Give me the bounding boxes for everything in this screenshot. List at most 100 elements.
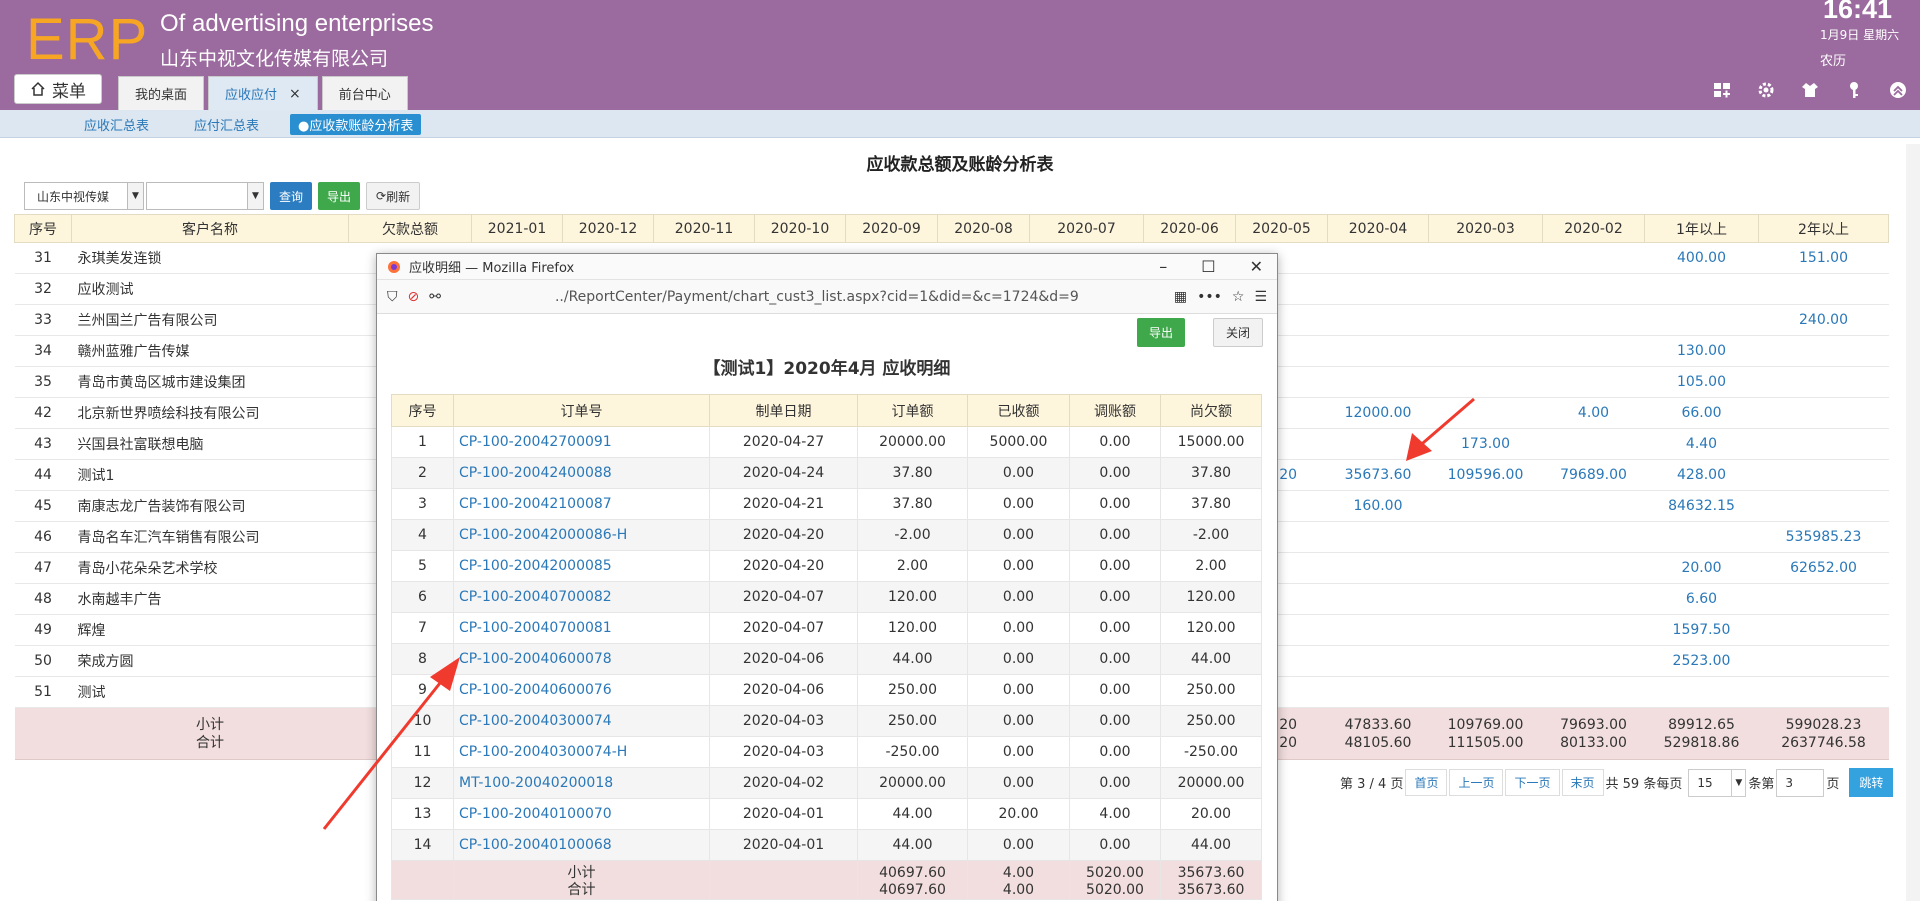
- page-scrollbar[interactable]: [1906, 144, 1920, 901]
- detail-row[interactable]: 10 CP-100-20040300074 2020-04-03 250.00 0.00…: [391, 705, 1262, 737]
- amount-cell[interactable]: [1542, 366, 1645, 398]
- amount-cell[interactable]: [1542, 335, 1645, 367]
- prev-page-button[interactable]: 上一页: [1449, 769, 1504, 796]
- column-header[interactable]: 2020-10: [754, 214, 846, 243]
- column-header[interactable]: 1年以上: [1644, 214, 1759, 243]
- detail-row[interactable]: 12 MT-100-20040200018 2020-04-02 20000.00 0.…: [391, 767, 1262, 799]
- amount-cell[interactable]: [1758, 490, 1889, 522]
- detail-column-header[interactable]: 尚欠额: [1160, 394, 1262, 427]
- secondary-select[interactable]: ▼: [146, 182, 264, 210]
- tab-front-desk[interactable]: 前台中心: [321, 76, 408, 110]
- amount-cell[interactable]: [1428, 335, 1543, 367]
- detail-column-header[interactable]: 订单额: [857, 394, 968, 427]
- order-link[interactable]: CP-100-20042400088: [453, 457, 710, 489]
- company-select[interactable]: 山东中视传媒 ▼: [24, 182, 144, 210]
- amount-cell[interactable]: [1327, 428, 1429, 460]
- amount-cell[interactable]: 84632.15: [1644, 490, 1759, 522]
- amount-cell[interactable]: [1758, 676, 1889, 708]
- bookmark-star-icon[interactable]: ☆: [1232, 289, 1245, 305]
- column-header[interactable]: 2020-11: [653, 214, 755, 243]
- amount-cell[interactable]: [1428, 273, 1543, 305]
- detail-row[interactable]: 2 CP-100-20042400088 2020-04-24 37.80 0.00 0.…: [391, 457, 1262, 489]
- order-link[interactable]: CP-100-20040700082: [453, 581, 710, 613]
- detail-row[interactable]: 7 CP-100-20040700081 2020-04-07 120.00 0.00 0…: [391, 612, 1262, 644]
- amount-cell[interactable]: [1327, 366, 1429, 398]
- amount-cell[interactable]: 160.00: [1327, 490, 1429, 522]
- column-header[interactable]: 欠款总额: [348, 214, 472, 243]
- maximize-icon[interactable]: ☐: [1201, 257, 1215, 276]
- amount-cell[interactable]: [1428, 583, 1543, 615]
- amount-cell[interactable]: [1542, 614, 1645, 646]
- detail-row[interactable]: 8 CP-100-20040600078 2020-04-06 44.00 0.00 0.…: [391, 643, 1262, 675]
- amount-cell[interactable]: [1327, 273, 1429, 305]
- amount-cell[interactable]: [1428, 552, 1543, 584]
- amount-cell[interactable]: [1542, 521, 1645, 553]
- detail-row[interactable]: 9 CP-100-20040600076 2020-04-06 250.00 0.00 0…: [391, 674, 1262, 706]
- amount-cell[interactable]: [1542, 304, 1645, 336]
- collapse-up-icon[interactable]: [1888, 80, 1908, 100]
- tab-my-desktop[interactable]: 我的桌面: [118, 76, 205, 110]
- amount-cell[interactable]: [1428, 304, 1543, 336]
- amount-cell[interactable]: 79689.00: [1542, 459, 1645, 491]
- order-link[interactable]: CP-100-20042100087: [453, 488, 710, 520]
- amount-cell[interactable]: [1428, 242, 1543, 274]
- refresh-button[interactable]: ⟳ 刷新: [366, 182, 421, 210]
- amount-cell[interactable]: 4.00: [1542, 397, 1645, 429]
- order-link[interactable]: CP-100-20042000086-H: [453, 519, 710, 551]
- amount-cell[interactable]: 130.00: [1644, 335, 1759, 367]
- amount-cell[interactable]: [1327, 335, 1429, 367]
- tab-receivables-payables[interactable]: 应收应付 ×: [208, 76, 318, 110]
- more-actions-icon[interactable]: •••: [1197, 289, 1222, 305]
- jump-button[interactable]: 跳转: [1849, 768, 1894, 797]
- amount-cell[interactable]: 2523.00: [1644, 645, 1759, 677]
- amount-cell[interactable]: [1758, 645, 1889, 677]
- layout-icon[interactable]: [1712, 80, 1732, 100]
- detail-row[interactable]: 5 CP-100-20042000085 2020-04-20 2.00 0.00 0.0…: [391, 550, 1262, 582]
- amount-cell[interactable]: [1644, 273, 1759, 305]
- detail-row[interactable]: 4 CP-100-20042000086-H 2020-04-20 -2.00 0.00…: [391, 519, 1262, 551]
- hamburger-menu-icon[interactable]: ☰: [1254, 289, 1267, 305]
- subnav-payable-summary[interactable]: 应付汇总表: [194, 115, 259, 134]
- order-link[interactable]: CP-100-20040700081: [453, 612, 710, 644]
- order-link[interactable]: CP-100-20042700091: [453, 426, 710, 458]
- amount-cell[interactable]: [1644, 676, 1759, 708]
- amount-cell[interactable]: [1758, 366, 1889, 398]
- per-page-select[interactable]: 15 ▼: [1688, 768, 1747, 797]
- detail-row[interactable]: 3 CP-100-20042100087 2020-04-21 37.80 0.00 0.…: [391, 488, 1262, 520]
- amount-cell[interactable]: [1428, 614, 1543, 646]
- amount-cell[interactable]: 6.60: [1644, 583, 1759, 615]
- amount-cell[interactable]: [1327, 521, 1429, 553]
- amount-cell[interactable]: [1758, 583, 1889, 615]
- detail-row[interactable]: 6 CP-100-20040700082 2020-04-07 120.00 0.00 0…: [391, 581, 1262, 613]
- amount-cell[interactable]: [1644, 521, 1759, 553]
- amount-cell[interactable]: 240.00: [1758, 304, 1889, 336]
- amount-cell[interactable]: [1428, 521, 1543, 553]
- amount-cell[interactable]: 35673.60: [1327, 459, 1429, 491]
- detail-column-header[interactable]: 调账额: [1069, 394, 1161, 427]
- amount-cell[interactable]: [1428, 676, 1543, 708]
- column-header[interactable]: 2020-12: [562, 214, 654, 243]
- column-header[interactable]: 2021-01: [471, 214, 563, 243]
- minimize-icon[interactable]: –: [1159, 257, 1167, 276]
- column-header[interactable]: 2020-04: [1327, 214, 1429, 243]
- amount-cell[interactable]: [1542, 583, 1645, 615]
- detail-column-header[interactable]: 制单日期: [709, 394, 858, 427]
- permissions-icon[interactable]: ⊘: [408, 289, 420, 305]
- amount-cell[interactable]: [1327, 304, 1429, 336]
- detail-column-header[interactable]: 序号: [391, 394, 454, 427]
- tracking-icon[interactable]: ⚯: [429, 289, 441, 305]
- amount-cell[interactable]: 62652.00: [1758, 552, 1889, 584]
- qr-code-icon[interactable]: ▦: [1174, 289, 1187, 305]
- amount-cell[interactable]: [1758, 273, 1889, 305]
- next-page-button[interactable]: 下一页: [1505, 769, 1560, 796]
- column-header[interactable]: 2020-08: [937, 214, 1030, 243]
- detail-row[interactable]: 11 CP-100-20040300074-H 2020-04-03 -250.00 0…: [391, 736, 1262, 768]
- amount-cell[interactable]: 173.00: [1428, 428, 1543, 460]
- amount-cell[interactable]: [1327, 645, 1429, 677]
- column-header[interactable]: 2020-06: [1143, 214, 1236, 243]
- amount-cell[interactable]: 4.40: [1644, 428, 1759, 460]
- lunar-calendar[interactable]: 农历: [1820, 50, 1846, 69]
- first-page-button[interactable]: 首页: [1405, 769, 1448, 796]
- popup-close-button[interactable]: 关闭: [1212, 318, 1263, 347]
- amount-cell[interactable]: [1758, 614, 1889, 646]
